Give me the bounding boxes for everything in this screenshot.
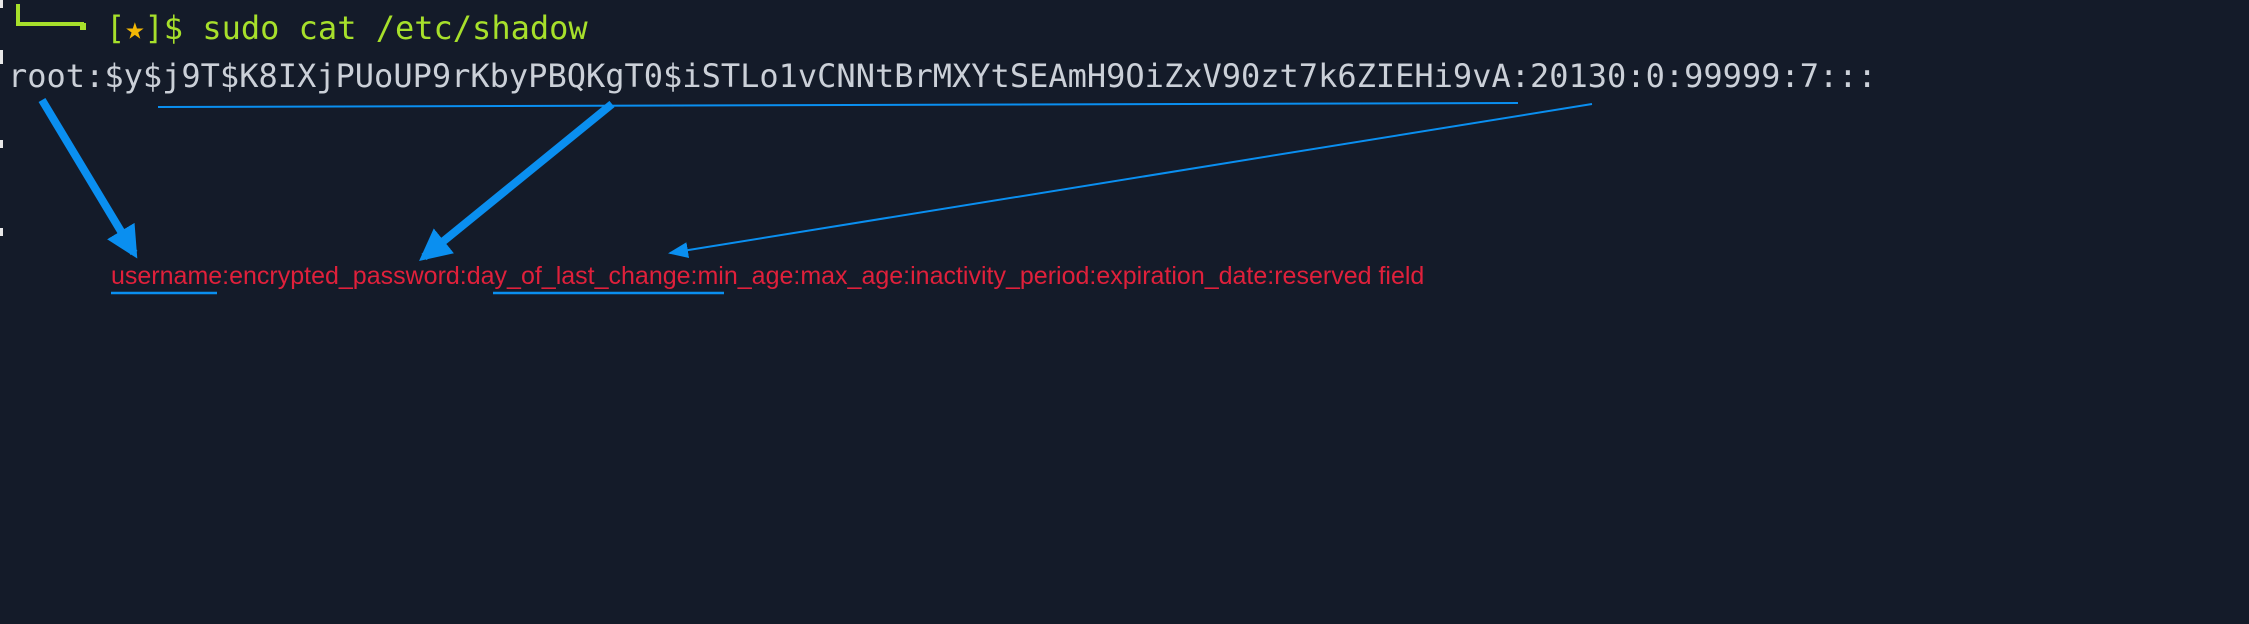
password-underline <box>157 102 1519 108</box>
password-arrow <box>419 100 615 262</box>
username-arrow <box>38 97 138 259</box>
terminal-window: [★]$ sudo cat /etc/shadow root:$y$j9T$K8… <box>0 0 2249 624</box>
day-of-last-change-arrow <box>668 103 1593 259</box>
annotation-overlay <box>38 97 1593 295</box>
